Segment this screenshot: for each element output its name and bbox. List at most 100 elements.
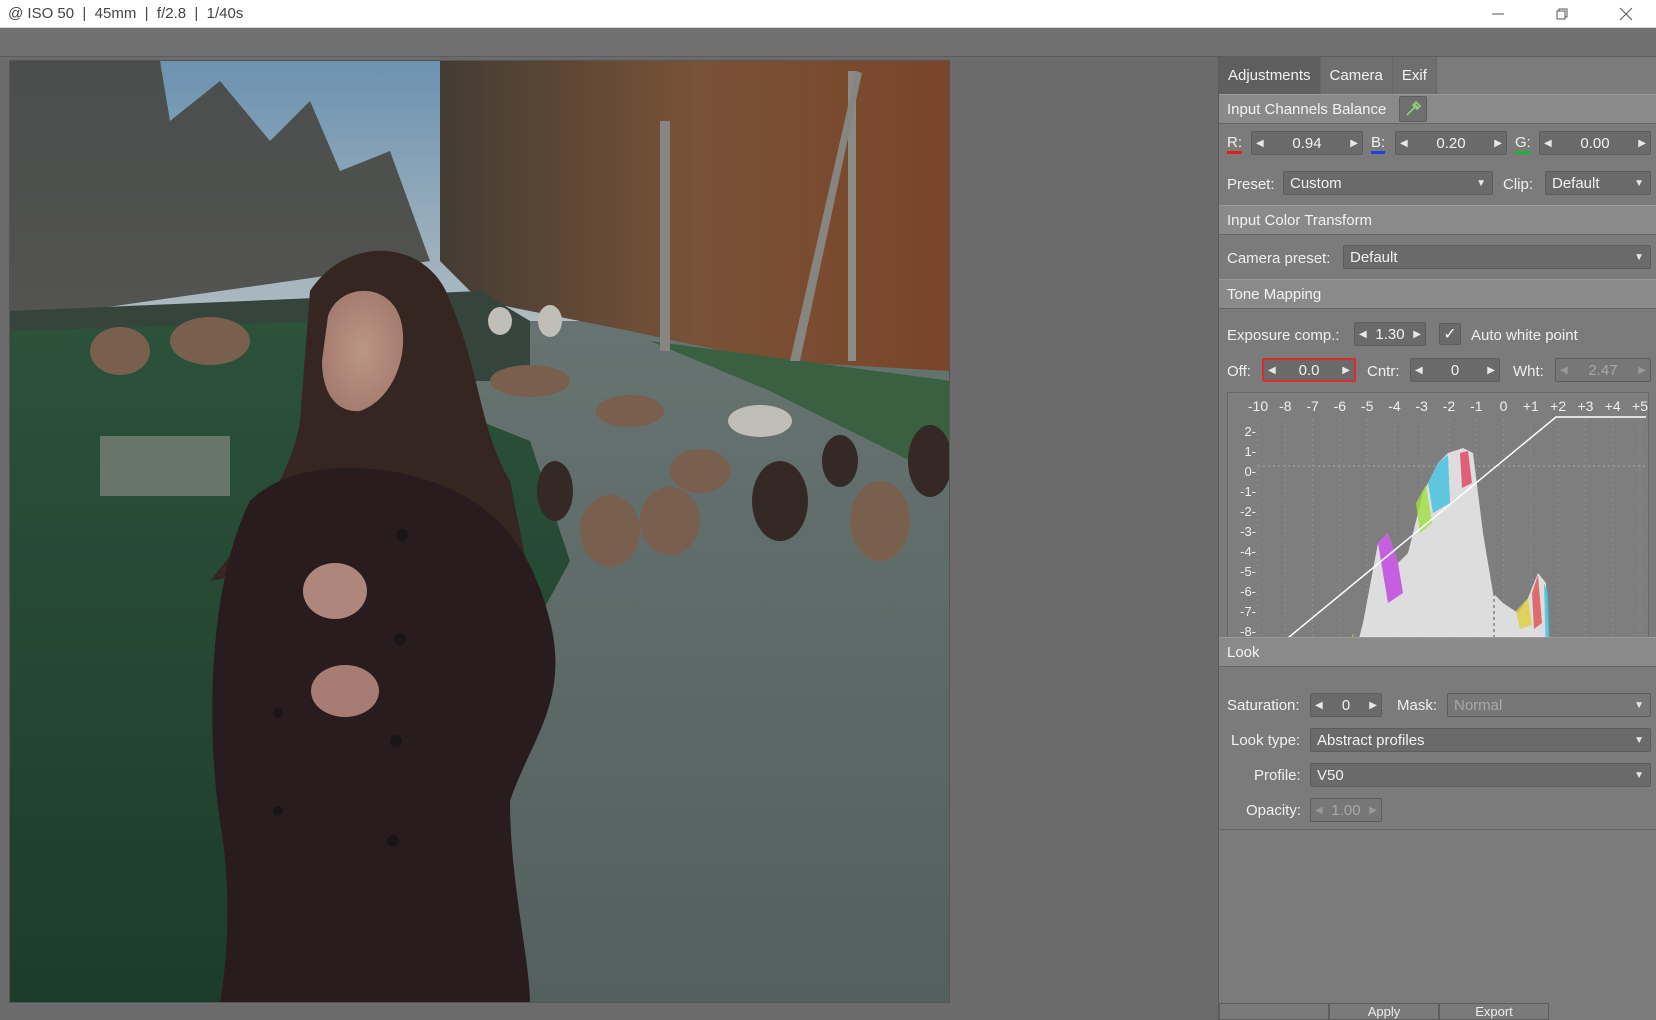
exposure-spinbox[interactable]: ◀ 1.30 ▶ xyxy=(1354,322,1426,346)
x-tick-label: +3 xyxy=(1577,398,1593,414)
apply-button[interactable]: Apply xyxy=(1329,1003,1439,1020)
mask-dropdown: Normal ▼ xyxy=(1447,693,1651,717)
section-input-color-transform[interactable]: Input Color Transform xyxy=(1219,205,1656,235)
x-tick-label: 0 xyxy=(1500,398,1508,414)
increment-icon[interactable]: ▶ xyxy=(1638,138,1646,149)
tab-adjustments[interactable]: Adjustments xyxy=(1219,57,1321,94)
chevron-down-icon: ▼ xyxy=(1634,251,1644,263)
y-tick-label: -4- xyxy=(1240,544,1256,559)
saturation-spinbox[interactable]: ◀ 0 ▶ xyxy=(1310,693,1382,717)
x-tick-label: -5 xyxy=(1361,398,1374,414)
y-tick-label: -6- xyxy=(1240,584,1256,599)
section-title: Look xyxy=(1227,643,1260,661)
section-tone-mapping[interactable]: Tone Mapping xyxy=(1219,279,1656,309)
auto-white-point-checkbox[interactable]: ✓ xyxy=(1439,323,1461,345)
section-title: Input Channels Balance xyxy=(1227,100,1387,118)
b-label: B: xyxy=(1371,134,1386,154)
x-tick-label: +1 xyxy=(1523,398,1539,414)
increment-icon[interactable]: ▶ xyxy=(1413,329,1421,340)
preset-label: Preset: xyxy=(1227,176,1275,193)
decrement-icon: ◀ xyxy=(1315,804,1323,816)
profile-dropdown[interactable]: V50 ▼ xyxy=(1310,763,1651,787)
chevron-down-icon: ▼ xyxy=(1634,177,1644,189)
eyedropper-icon[interactable] xyxy=(1399,96,1427,122)
g-label: G: xyxy=(1515,134,1531,154)
tone-curve-histogram[interactable]: -10 -8 -7 -6 -5 -4 -3 -2 -1 0 +1 +2 +3 +4 +5 2- 1- 0- -1- -… xyxy=(1227,392,1649,664)
exposure-label: Exposure comp.: xyxy=(1227,327,1340,344)
opacity-label: Opacity: xyxy=(1246,802,1302,819)
offset-spinbox[interactable]: ◀ 0.0 ▶ xyxy=(1262,358,1356,382)
clip-label: Clip: xyxy=(1503,176,1534,193)
decrement-icon[interactable]: ◀ xyxy=(1415,365,1423,376)
increment-icon[interactable]: ▶ xyxy=(1369,700,1377,711)
chevron-down-icon: ▼ xyxy=(1476,177,1486,189)
y-tick-label: -7- xyxy=(1240,604,1256,619)
y-tick-label: -1- xyxy=(1240,484,1256,499)
decrement-icon[interactable]: ◀ xyxy=(1400,138,1408,149)
panel-tabs: Adjustments Camera Exif xyxy=(1219,57,1437,94)
decrement-icon: ◀ xyxy=(1560,364,1568,376)
increment-icon[interactable]: ▶ xyxy=(1487,365,1495,376)
decrement-icon[interactable]: ◀ xyxy=(1268,365,1276,376)
x-tick-label: -1 xyxy=(1470,398,1483,414)
increment-icon[interactable]: ▶ xyxy=(1342,365,1350,376)
x-tick-label: -7 xyxy=(1306,398,1319,414)
x-tick-label: -8 xyxy=(1279,398,1292,414)
x-tick-label: -3 xyxy=(1415,398,1428,414)
look-type-dropdown[interactable]: Abstract profiles ▼ xyxy=(1310,728,1651,752)
white-label: Wht: xyxy=(1513,363,1544,380)
decrement-icon[interactable]: ◀ xyxy=(1544,138,1552,149)
minimize-icon[interactable] xyxy=(1466,0,1530,28)
restore-icon[interactable] xyxy=(1530,0,1594,28)
center-spinbox[interactable]: ◀ 0 ▶ xyxy=(1410,358,1500,382)
export-button[interactable]: Export xyxy=(1439,1003,1549,1020)
tab-exif[interactable]: Exif xyxy=(1392,57,1437,94)
increment-icon[interactable]: ▶ xyxy=(1350,138,1358,149)
look-type-label: Look type: xyxy=(1231,732,1301,749)
increment-icon[interactable]: ▶ xyxy=(1494,138,1502,149)
increment-icon: ▶ xyxy=(1638,364,1646,376)
saturation-label: Saturation: xyxy=(1227,697,1300,714)
bottom-button-1[interactable] xyxy=(1219,1003,1329,1020)
tab-camera[interactable]: Camera xyxy=(1320,57,1393,94)
decrement-icon[interactable]: ◀ xyxy=(1315,700,1323,711)
section-look[interactable]: Look xyxy=(1219,637,1656,667)
section-title: Input Color Transform xyxy=(1227,211,1373,229)
g-spinbox[interactable]: ◀ 0.00 ▶ xyxy=(1539,131,1651,155)
preset-dropdown[interactable]: Custom ▼ xyxy=(1283,171,1493,195)
offset-label: Off: xyxy=(1227,363,1251,380)
auto-white-point-label: Auto white point xyxy=(1471,327,1578,344)
x-tick-label: -4 xyxy=(1388,398,1401,414)
y-tick-label: 1- xyxy=(1244,444,1256,459)
y-tick-label: -3- xyxy=(1240,524,1256,539)
white-spinbox: ◀ 2.47 ▶ xyxy=(1555,358,1651,382)
photo-preview[interactable] xyxy=(9,60,950,1003)
toolbar-strip xyxy=(0,28,1656,57)
center-label: Cntr: xyxy=(1367,363,1400,380)
increment-icon: ▶ xyxy=(1369,804,1377,816)
y-tick-label: 0- xyxy=(1244,464,1256,479)
b-spinbox[interactable]: ◀ 0.20 ▶ xyxy=(1395,131,1507,155)
chevron-down-icon: ▼ xyxy=(1634,734,1644,746)
decrement-icon[interactable]: ◀ xyxy=(1359,329,1367,340)
decrement-icon[interactable]: ◀ xyxy=(1256,138,1264,149)
x-tick-label: +4 xyxy=(1605,398,1621,414)
camera-preset-dropdown[interactable]: Default ▼ xyxy=(1343,245,1651,269)
y-tick-label: -5- xyxy=(1240,564,1256,579)
window-titlebar: @ ISO 50 | 45mm | f/2.8 | 1/40s xyxy=(0,0,1656,28)
window-title: @ ISO 50 | 45mm | f/2.8 | 1/40s xyxy=(8,5,244,22)
x-tick-label: -6 xyxy=(1334,398,1347,414)
camera-preset-label: Camera preset: xyxy=(1227,250,1331,267)
divider xyxy=(1219,829,1656,830)
section-input-channels[interactable]: Input Channels Balance xyxy=(1219,94,1656,124)
x-tick-label: +5 xyxy=(1632,398,1648,414)
x-tick-label: -10 xyxy=(1248,398,1268,414)
clip-dropdown[interactable]: Default ▼ xyxy=(1545,171,1651,195)
r-spinbox[interactable]: ◀ 0.94 ▶ xyxy=(1251,131,1363,155)
y-tick-label: -2- xyxy=(1240,504,1256,519)
checkmark-icon: ✓ xyxy=(1443,326,1457,343)
x-tick-label: -2 xyxy=(1443,398,1456,414)
chevron-down-icon: ▼ xyxy=(1634,769,1644,781)
close-icon[interactable] xyxy=(1594,0,1656,28)
x-tick-label: +2 xyxy=(1550,398,1566,414)
